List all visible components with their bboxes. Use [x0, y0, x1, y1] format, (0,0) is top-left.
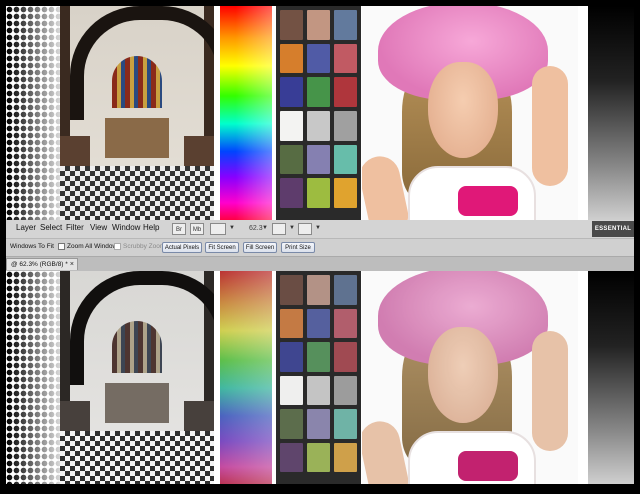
options-bar: Windows To Fit Zoom All Windows Scrubby … [6, 239, 634, 257]
windows-to-fit-label[interactable]: Windows To Fit [10, 243, 54, 250]
color-swatch [334, 308, 357, 338]
stained-glass-window [112, 56, 162, 108]
color-swatch [334, 375, 357, 405]
girl-pink-hat-photo [362, 6, 578, 220]
shirt-print [458, 451, 518, 481]
menu-window[interactable]: Window [112, 223, 140, 232]
grayscale-gradient-strip [584, 271, 634, 484]
actual-pixels-button[interactable]: Actual Pixels [162, 242, 202, 253]
screen-mode-icon[interactable] [298, 223, 312, 235]
scrubby-zoom-label: Scrubby Zoom [123, 243, 166, 250]
girl-hand [532, 331, 568, 451]
color-swatch [307, 144, 330, 175]
print-size-button[interactable]: Print Size [281, 242, 315, 253]
color-swatch [280, 10, 303, 40]
color-swatch [307, 43, 330, 74]
color-checker-chart [276, 6, 361, 220]
color-swatch [307, 178, 330, 208]
color-swatch [334, 442, 357, 472]
stained-glass-window [112, 321, 162, 373]
menu-select[interactable]: Select [40, 223, 62, 232]
menu-help[interactable]: Help [143, 223, 159, 232]
scrubby-zoom-checkbox[interactable] [114, 243, 121, 250]
church-altar [105, 383, 169, 423]
zoom-all-windows-label: Zoom All Windows [67, 243, 121, 250]
halftone-pattern [6, 6, 60, 220]
color-swatch [307, 375, 330, 405]
color-swatch [280, 308, 303, 338]
checkered-floor [60, 431, 214, 484]
color-swatch [280, 409, 303, 439]
color-swatch [334, 409, 357, 439]
checkered-floor [60, 166, 214, 220]
color-swatch [307, 442, 330, 472]
church-altar [105, 118, 169, 158]
color-spectrum-strip [220, 6, 272, 220]
color-swatch [280, 442, 303, 472]
color-swatch [334, 43, 357, 74]
menu-bar: Layer Select Filter View Window Help Br … [6, 220, 634, 239]
color-swatch [334, 77, 357, 107]
arrange-documents-icon[interactable] [272, 223, 286, 235]
bottom-image-panel [6, 271, 634, 484]
color-swatch [307, 275, 330, 305]
church-wall-left [60, 271, 70, 401]
color-swatch [334, 275, 357, 305]
color-swatch [280, 275, 303, 305]
document-tab-title: @ 62.3% (RGB/8) * [11, 261, 68, 268]
color-swatch [307, 342, 330, 372]
color-swatch [334, 178, 357, 208]
grayscale-gradient-strip [584, 6, 634, 220]
chevron-down-icon[interactable]: ▼ [229, 225, 235, 231]
girl-face [428, 327, 498, 423]
menu-layer[interactable]: Layer [16, 223, 36, 232]
mini-bridge-icon[interactable]: Mb [190, 223, 204, 235]
halftone-pattern [6, 271, 60, 484]
menu-view[interactable]: View [90, 223, 107, 232]
color-swatch [334, 342, 357, 372]
church-interior-photo [60, 6, 214, 220]
screen-mode-chevron-icon[interactable]: ▼ [315, 225, 321, 231]
color-swatch [307, 77, 330, 107]
color-swatch [280, 178, 303, 208]
color-swatch [334, 144, 357, 175]
color-swatch [307, 308, 330, 338]
close-icon[interactable]: × [70, 259, 74, 271]
color-swatch [280, 144, 303, 175]
color-checker-chart [276, 271, 361, 484]
color-swatch [334, 10, 357, 40]
arrange-chevron-icon[interactable]: ▼ [289, 225, 295, 231]
workspace-essentials-button[interactable]: ESSENTIAL [592, 221, 634, 237]
color-swatch [280, 110, 303, 141]
view-extras-icon[interactable] [210, 223, 226, 235]
photoshop-toolbar-area: Layer Select Filter View Window Help Br … [6, 220, 634, 271]
document-tab[interactable]: @ 62.3% (RGB/8) * × [6, 258, 78, 270]
girl-face [428, 62, 498, 158]
shirt-print [458, 186, 518, 216]
zoom-all-windows-checkbox[interactable] [58, 243, 65, 250]
color-swatch [334, 110, 357, 141]
color-swatch [307, 110, 330, 141]
church-wall-left [60, 6, 70, 136]
color-spectrum-strip [220, 271, 272, 484]
color-swatch [280, 375, 303, 405]
fill-screen-button[interactable]: Fill Screen [243, 242, 277, 253]
girl-hand [532, 66, 568, 186]
color-swatch [307, 10, 330, 40]
zoom-chevron-icon[interactable]: ▼ [262, 225, 268, 231]
menu-filter[interactable]: Filter [66, 223, 84, 232]
girl-pink-hat-photo [362, 271, 578, 484]
color-swatch [280, 77, 303, 107]
color-swatch [280, 43, 303, 74]
top-image-panel [6, 6, 634, 220]
church-interior-photo [60, 271, 214, 484]
document-tab-bar: @ 62.3% (RGB/8) * × [6, 257, 634, 271]
color-swatch [307, 409, 330, 439]
color-swatch [280, 342, 303, 372]
bridge-icon[interactable]: Br [172, 223, 186, 235]
fit-screen-button[interactable]: Fit Screen [205, 242, 239, 253]
